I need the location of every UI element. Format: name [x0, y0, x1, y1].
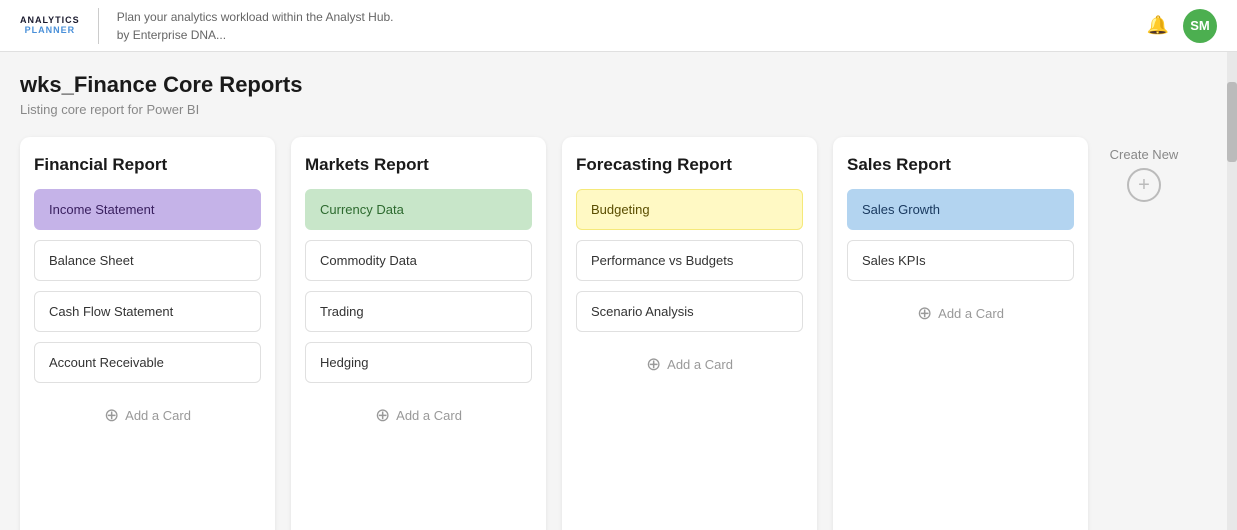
- avatar[interactable]: SM: [1183, 9, 1217, 43]
- board-title-financial: Financial Report: [34, 155, 261, 175]
- add-circle-icon-sales: ⊕: [917, 303, 932, 324]
- add-circle-icon-markets: ⊕: [375, 405, 390, 426]
- board-forecasting: Forecasting Report Budgeting Performance…: [562, 137, 817, 530]
- bell-icon[interactable]: 🔔: [1147, 15, 1169, 36]
- header: ANALYTICS PLANNER Plan your analytics wo…: [0, 0, 1237, 52]
- boards-container: Financial Report Income Statement Balanc…: [20, 137, 1207, 530]
- card-currency-data[interactable]: Currency Data: [305, 189, 532, 230]
- header-tagline: Plan your analytics workload within the …: [117, 8, 394, 44]
- board-title-forecasting: Forecasting Report: [576, 155, 803, 175]
- board-title-sales: Sales Report: [847, 155, 1074, 175]
- board-markets: Markets Report Currency Data Commodity D…: [291, 137, 546, 530]
- card-cash-flow-statement[interactable]: Cash Flow Statement: [34, 291, 261, 332]
- add-card-forecasting[interactable]: ⊕ Add a Card: [576, 346, 803, 383]
- add-circle-icon-forecasting: ⊕: [646, 354, 661, 375]
- add-card-sales[interactable]: ⊕ Add a Card: [847, 295, 1074, 332]
- add-circle-icon: ⊕: [104, 405, 119, 426]
- tagline-line1: Plan your analytics workload within the …: [117, 8, 394, 26]
- card-hedging[interactable]: Hedging: [305, 342, 532, 383]
- board-title-markets: Markets Report: [305, 155, 532, 175]
- card-sales-kpis[interactable]: Sales KPIs: [847, 240, 1074, 281]
- content-area: wks_Finance Core Reports Listing core re…: [0, 52, 1227, 530]
- card-sales-growth[interactable]: Sales Growth: [847, 189, 1074, 230]
- card-trading[interactable]: Trading: [305, 291, 532, 332]
- add-card-label-forecasting: Add a Card: [667, 357, 733, 372]
- board-financial: Financial Report Income Statement Balanc…: [20, 137, 275, 530]
- page-subtitle: Listing core report for Power BI: [20, 102, 1207, 117]
- logo: ANALYTICS PLANNER: [20, 16, 80, 36]
- card-commodity-data[interactable]: Commodity Data: [305, 240, 532, 281]
- create-new-section: Create New +: [1104, 137, 1184, 202]
- scrollbar-thumb[interactable]: [1227, 82, 1237, 162]
- card-account-receivable[interactable]: Account Receivable: [34, 342, 261, 383]
- add-card-markets[interactable]: ⊕ Add a Card: [305, 397, 532, 434]
- add-card-financial[interactable]: ⊕ Add a Card: [34, 397, 261, 434]
- create-new-button[interactable]: +: [1127, 168, 1161, 202]
- logo-divider: [98, 8, 99, 44]
- page-title: wks_Finance Core Reports: [20, 72, 1207, 98]
- header-left: ANALYTICS PLANNER Plan your analytics wo…: [20, 8, 394, 44]
- card-income-statement[interactable]: Income Statement: [34, 189, 261, 230]
- card-performance-vs-budgets[interactable]: Performance vs Budgets: [576, 240, 803, 281]
- add-card-label-sales: Add a Card: [938, 306, 1004, 321]
- tagline-line2: by Enterprise DNA...: [117, 26, 394, 44]
- board-sales: Sales Report Sales Growth Sales KPIs ⊕ A…: [833, 137, 1088, 530]
- add-card-label-markets: Add a Card: [396, 408, 462, 423]
- scrollbar-track: [1227, 52, 1237, 530]
- card-scenario-analysis[interactable]: Scenario Analysis: [576, 291, 803, 332]
- add-card-label-financial: Add a Card: [125, 408, 191, 423]
- card-budgeting[interactable]: Budgeting: [576, 189, 803, 230]
- main-content: wks_Finance Core Reports Listing core re…: [0, 52, 1237, 530]
- card-balance-sheet[interactable]: Balance Sheet: [34, 240, 261, 281]
- header-right: 🔔 SM: [1147, 9, 1217, 43]
- logo-bottom: PLANNER: [25, 26, 76, 36]
- create-new-label: Create New: [1110, 147, 1179, 162]
